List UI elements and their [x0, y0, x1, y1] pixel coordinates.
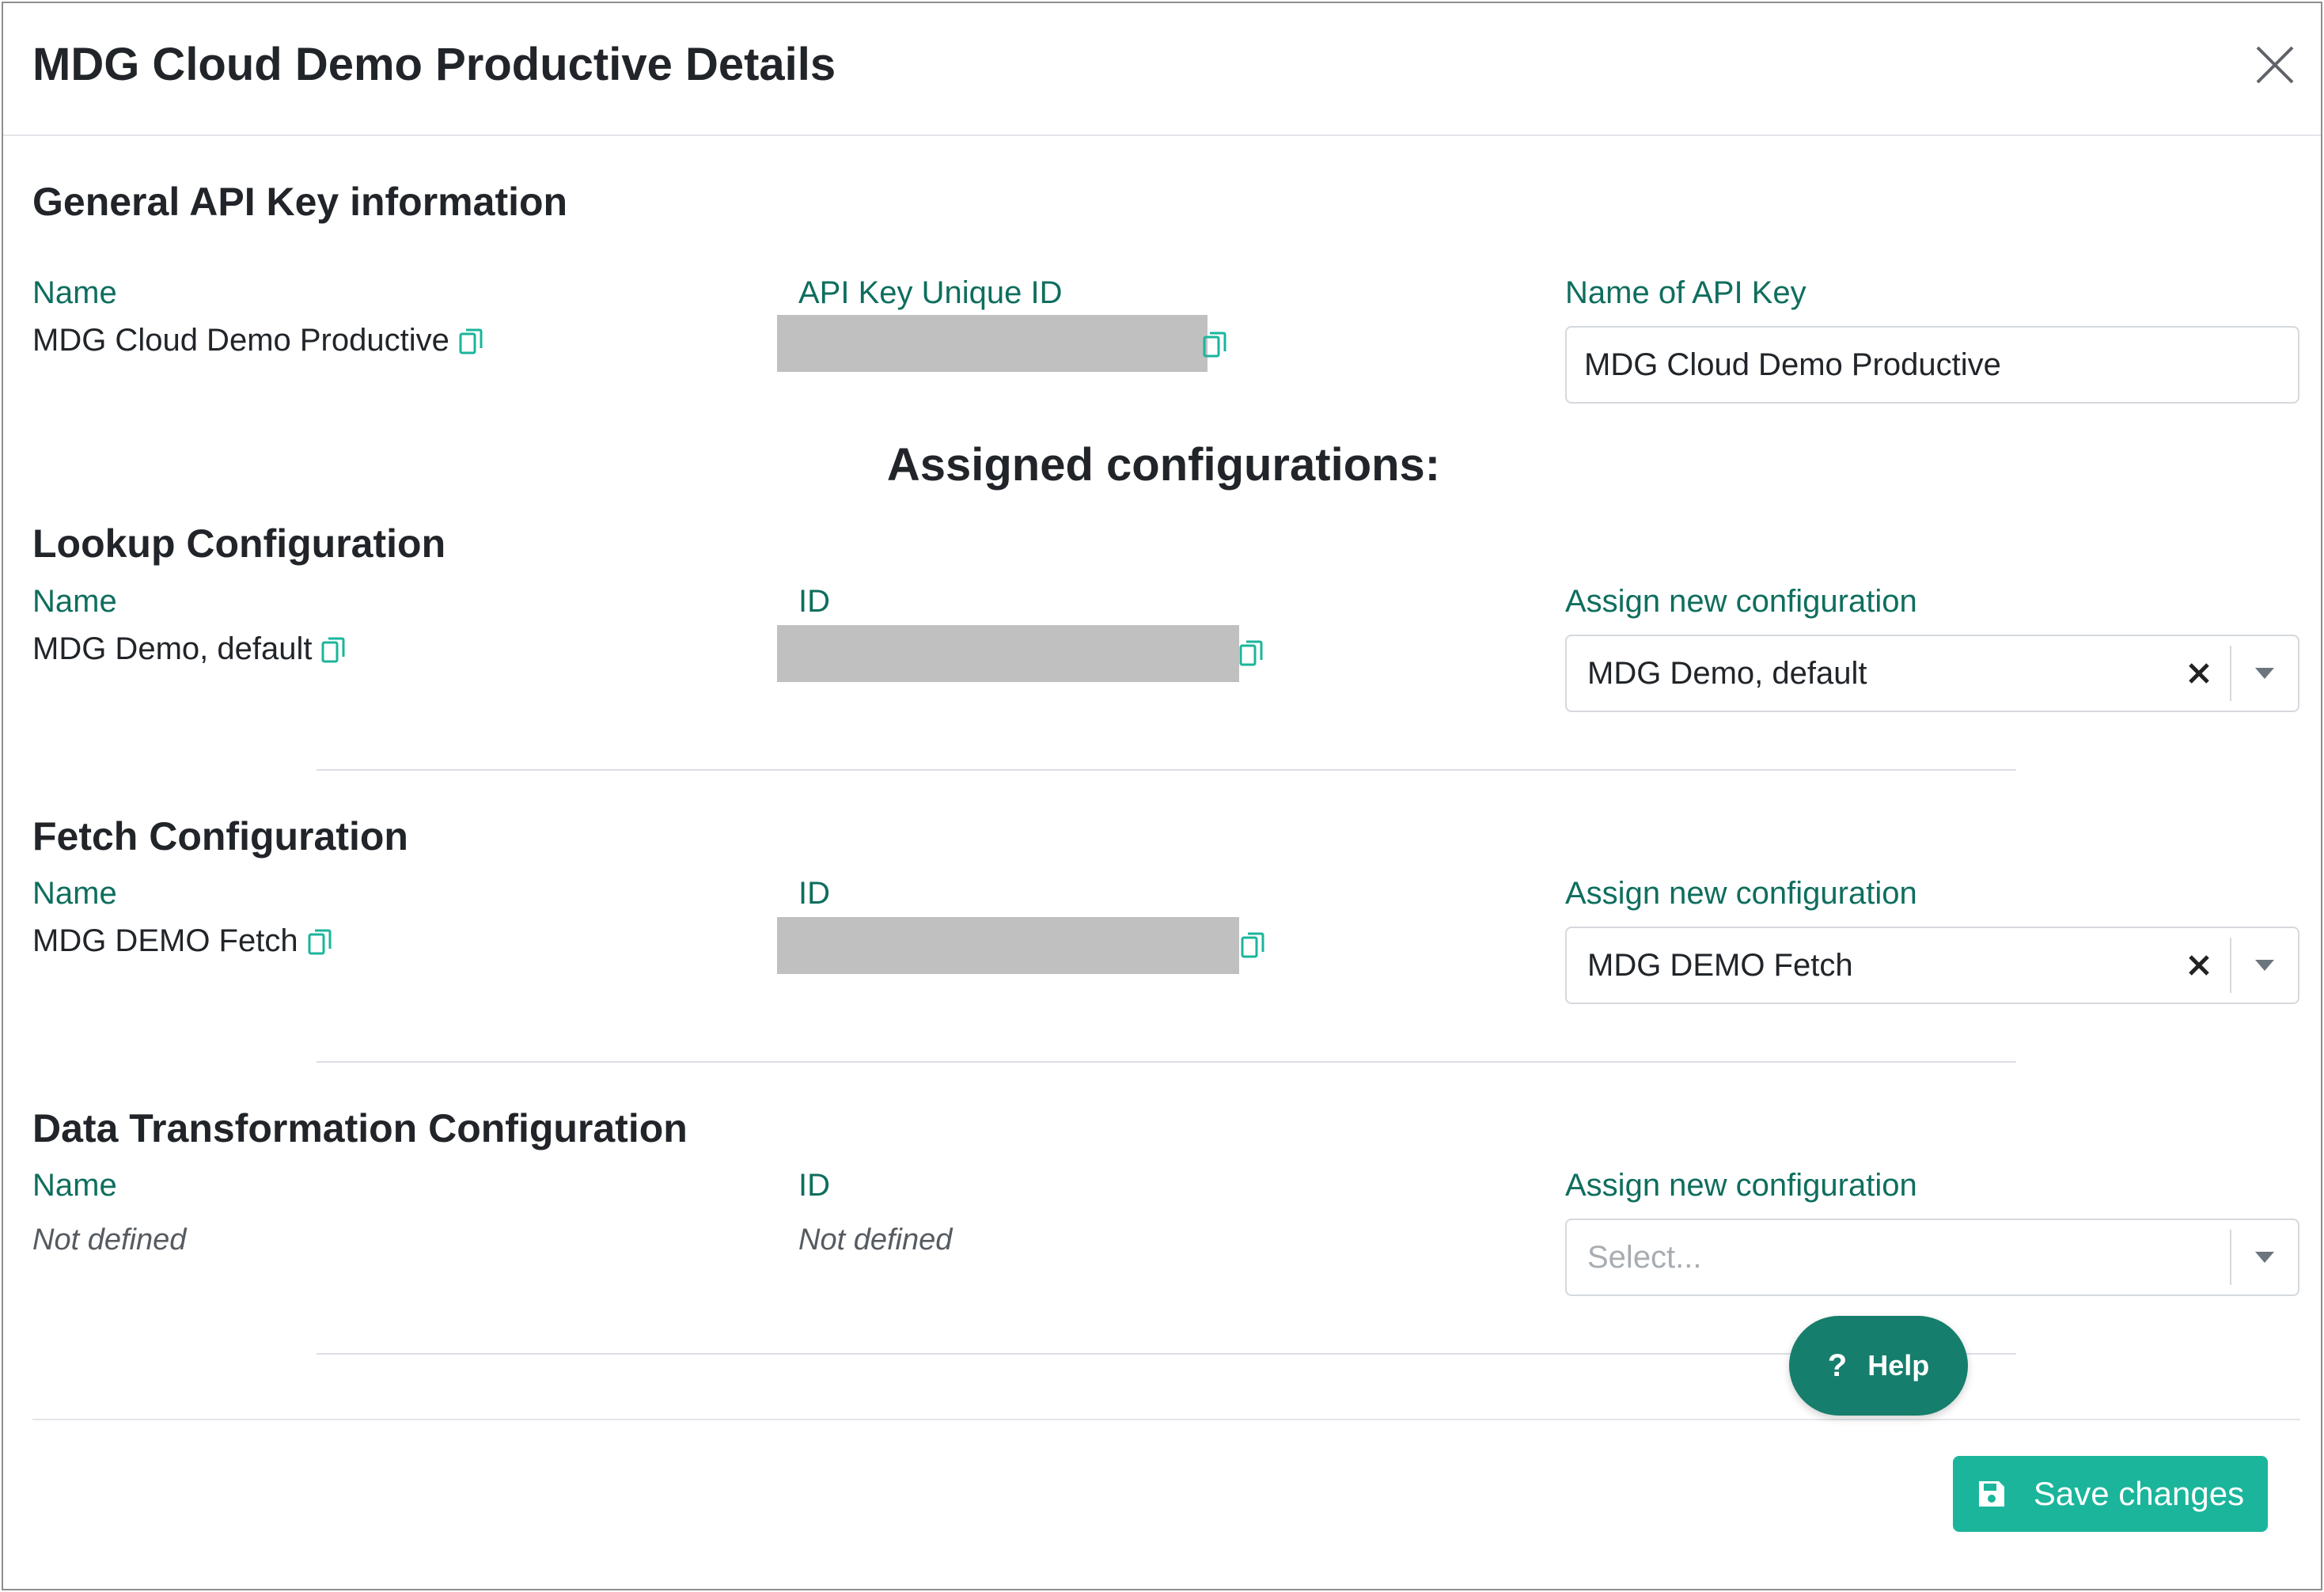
- general-name-text: MDG Cloud Demo Productive: [32, 323, 449, 358]
- api-key-name-label: Name of API Key: [1565, 275, 1807, 310]
- copy-icon[interactable]: [1239, 639, 1263, 666]
- general-name-value: MDG Cloud Demo Productive: [32, 323, 483, 358]
- fetch-id-redacted: [777, 917, 1239, 974]
- clear-icon[interactable]: [2186, 660, 2212, 687]
- lookup-id-redacted: [777, 625, 1239, 682]
- general-name-label: Name: [32, 275, 117, 310]
- copy-icon[interactable]: [321, 636, 345, 663]
- section-divider: [317, 769, 2016, 771]
- fetch-assign-label: Assign new configuration: [1565, 876, 1917, 911]
- lookup-assign-label: Assign new configuration: [1565, 584, 1917, 619]
- api-key-uid-label: API Key Unique ID: [798, 275, 1063, 310]
- fetch-config-select[interactable]: MDG DEMO Fetch: [1565, 927, 2299, 1004]
- footer-divider: [32, 1419, 2300, 1420]
- select-separator: [2230, 938, 2231, 993]
- lookup-id-label: ID: [798, 584, 830, 619]
- clear-icon[interactable]: [2186, 952, 2212, 979]
- modal-header: MDG Cloud Demo Productive Details: [3, 3, 2321, 136]
- fetch-id-label: ID: [798, 876, 830, 911]
- chevron-down-icon[interactable]: [2255, 668, 2274, 679]
- select-separator: [2230, 1230, 2231, 1285]
- assigned-configurations-title: Assigned configurations:: [886, 439, 1441, 491]
- save-changes-label: Save changes: [2033, 1475, 2245, 1512]
- lookup-name-value: MDG Demo, default: [32, 631, 345, 667]
- fetch-name-value: MDG DEMO Fetch: [32, 923, 332, 959]
- transform-select-placeholder: Select...: [1587, 1240, 1702, 1275]
- select-separator: [2230, 646, 2231, 701]
- copy-icon[interactable]: [1241, 931, 1264, 958]
- transform-config-select[interactable]: Select...: [1565, 1219, 2299, 1296]
- fetch-name-text: MDG DEMO Fetch: [32, 923, 298, 958]
- question-icon: ?: [1827, 1348, 1848, 1383]
- help-button[interactable]: ? Help: [1789, 1316, 1968, 1416]
- help-button-label: Help: [1867, 1349, 1930, 1382]
- fetch-section-title: Fetch Configuration: [32, 814, 408, 859]
- api-key-uid-redacted: [777, 315, 1207, 372]
- lookup-name-text: MDG Demo, default: [32, 631, 313, 666]
- modal-title: MDG Cloud Demo Productive Details: [32, 39, 836, 90]
- copy-icon[interactable]: [1203, 331, 1226, 358]
- lookup-section-title: Lookup Configuration: [32, 521, 446, 566]
- close-button[interactable]: [2253, 43, 2297, 87]
- transform-name-label: Name: [32, 1168, 117, 1203]
- floppy-disk-icon: [1978, 1481, 2004, 1507]
- lookup-name-label: Name: [32, 584, 117, 619]
- copy-icon[interactable]: [308, 928, 332, 955]
- close-icon[interactable]: [2253, 43, 2297, 87]
- api-key-name-input[interactable]: [1565, 326, 2299, 404]
- transform-assign-label: Assign new configuration: [1565, 1168, 1917, 1203]
- lookup-select-value: MDG Demo, default: [1587, 656, 1867, 691]
- fetch-select-value: MDG DEMO Fetch: [1587, 948, 1853, 983]
- copy-icon[interactable]: [459, 328, 483, 354]
- transform-section-title: Data Transformation Configuration: [32, 1106, 688, 1150]
- chevron-down-icon[interactable]: [2255, 1252, 2274, 1263]
- transform-name-value: Not defined: [32, 1223, 187, 1257]
- transform-id-value: Not defined: [798, 1223, 953, 1257]
- save-changes-button[interactable]: Save changes: [1953, 1456, 2268, 1532]
- chevron-down-icon[interactable]: [2255, 960, 2274, 971]
- lookup-config-select[interactable]: MDG Demo, default: [1565, 635, 2299, 712]
- general-section-title: General API Key information: [32, 180, 568, 224]
- section-divider: [317, 1353, 2016, 1355]
- section-divider: [317, 1061, 2016, 1063]
- details-modal: MDG Cloud Demo Productive Details Genera…: [2, 2, 2322, 1590]
- fetch-name-label: Name: [32, 876, 117, 911]
- transform-id-label: ID: [798, 1168, 830, 1203]
